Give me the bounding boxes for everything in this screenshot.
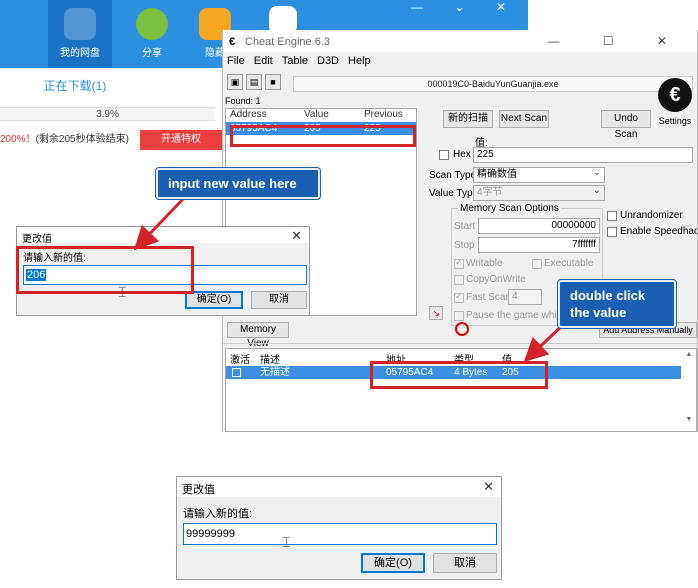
- arrow-to-input: [133, 196, 186, 251]
- callout-input-new-value: input new value here: [156, 168, 320, 199]
- callout-double-click: double click the value: [558, 280, 676, 328]
